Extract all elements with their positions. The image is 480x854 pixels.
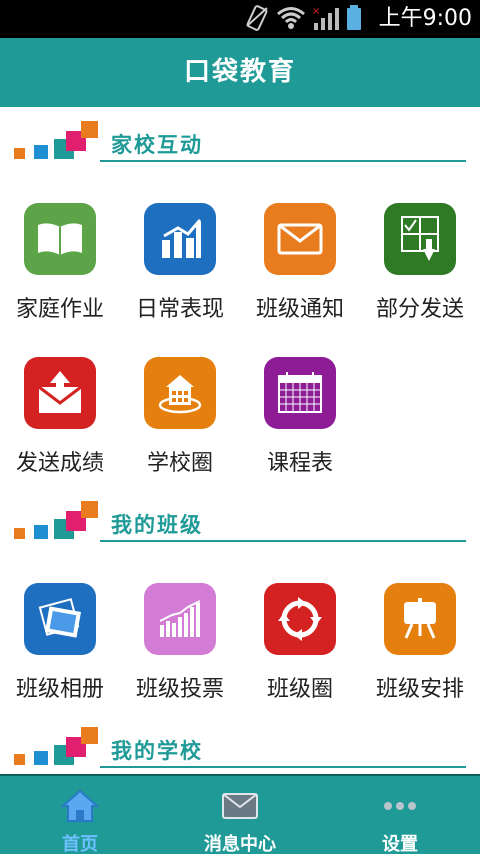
app-title-bar: 口袋教育 [0, 38, 480, 107]
section-title: 家校互动 [111, 133, 203, 157]
grid-item-class-vote[interactable]: 班级投票 [120, 583, 240, 713]
message-icon [220, 786, 260, 826]
grid-item-homework[interactable]: 家庭作业 [0, 203, 120, 333]
nav-home[interactable]: 首页 [0, 776, 160, 854]
section-divider [100, 766, 466, 768]
section-header-my-class: 我的班级 [0, 501, 480, 551]
page-title: 口袋教育 [183, 57, 296, 87]
section-title: 我的学校 [111, 739, 203, 763]
signal-icon: × [312, 6, 339, 30]
easel-icon [384, 583, 456, 655]
grid-item-label: 部分发送 [375, 297, 464, 322]
school-icon [144, 357, 216, 429]
grid-item-daily-performance[interactable]: 日常表现 [120, 203, 240, 333]
mail-upload-icon [24, 357, 96, 429]
grid-item-label: 日常表现 [135, 297, 224, 322]
grid-item-label: 班级通知 [255, 297, 344, 322]
grid-item-label: 班级投票 [135, 677, 224, 702]
grid-item-label: 学校圈 [146, 451, 213, 476]
nav-messages-label: 消息中心 [204, 834, 276, 854]
section-header-my-school: 我的学校 [0, 727, 480, 774]
bar-chart-icon [144, 583, 216, 655]
section-title: 我的班级 [111, 513, 203, 537]
grid-item-label: 课程表 [266, 451, 333, 476]
status-time: 上午9:00 [378, 6, 472, 31]
section-decoration-icon [14, 121, 98, 159]
grid-item-label: 家庭作业 [15, 297, 104, 322]
refresh-icon [264, 583, 336, 655]
grid-item-label: 班级圈 [266, 677, 333, 702]
nav-settings-label: 设置 [382, 834, 418, 854]
grid-item-send-scores[interactable]: 发送成绩 [0, 357, 120, 487]
grid-item-class-album[interactable]: 班级相册 [0, 583, 120, 713]
grid-item-label: 发送成绩 [15, 451, 104, 476]
status-bar: × 上午9:00 [0, 0, 480, 38]
nav-settings[interactable]: 设置 [320, 776, 480, 854]
grid-item-timetable[interactable]: 课程表 [240, 357, 360, 487]
photos-icon [24, 583, 96, 655]
grid-item-school-circle[interactable]: 学校圈 [120, 357, 240, 487]
grid-item-label: 班级安排 [375, 677, 464, 702]
calendar-icon [264, 357, 336, 429]
wifi-icon [277, 7, 305, 29]
grid-item-class-notice[interactable]: 班级通知 [240, 203, 360, 333]
vibrate-icon [246, 5, 268, 31]
checklist-icon [384, 203, 456, 275]
grid-item-label: 班级相册 [15, 677, 104, 702]
main-content[interactable]: 家校互动 家庭作业 日常表现 班级通知 部分发送 发送成绩 学校圈 课程表 我的… [0, 107, 480, 774]
section-header-home-school: 家校互动 [0, 121, 480, 171]
section-decoration-icon [14, 501, 98, 539]
more-icon [380, 786, 420, 826]
envelope-icon [264, 203, 336, 275]
book-icon [24, 203, 96, 275]
svg-text:×: × [312, 6, 320, 17]
battery-icon [347, 5, 361, 30]
section-divider [100, 540, 466, 542]
status-icons: × [244, 4, 362, 32]
nav-messages[interactable]: 消息中心 [160, 776, 320, 854]
nav-home-label: 首页 [62, 834, 98, 854]
grid-item-class-schedule[interactable]: 班级安排 [360, 583, 480, 713]
chart-icon [144, 203, 216, 275]
section-decoration-icon [14, 727, 98, 765]
grid-item-class-circle[interactable]: 班级圈 [240, 583, 360, 713]
home-icon [60, 786, 100, 826]
grid-item-partial-send[interactable]: 部分发送 [360, 203, 480, 333]
section-divider [100, 160, 466, 162]
bottom-navigation: 首页 消息中心 设置 [0, 774, 480, 854]
